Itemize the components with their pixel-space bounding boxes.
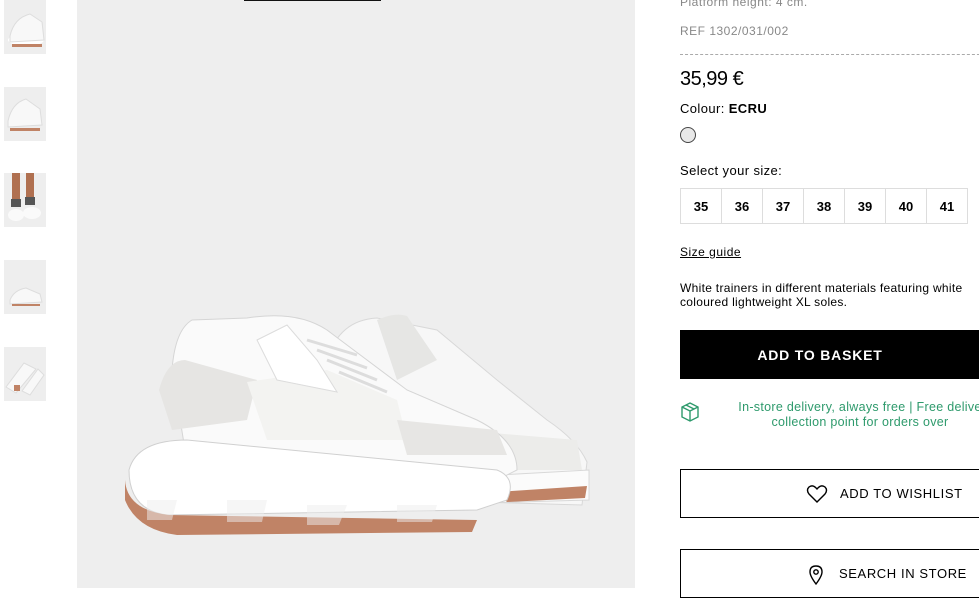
box-icon xyxy=(681,402,699,422)
delivery-line-1: In-store delivery, always free | Free de… xyxy=(738,400,979,414)
description-line-2: coloured lightweight XL soles. xyxy=(680,295,848,309)
colour-value: ECRU xyxy=(728,101,768,116)
main-product-image[interactable] xyxy=(77,0,635,588)
product-description: White trainers in different materials fe… xyxy=(680,281,979,309)
description-line-1: White trainers in different materials fe… xyxy=(680,281,963,295)
thumbnail-3[interactable] xyxy=(4,173,46,227)
add-to-basket-button[interactable]: ADD TO BASKET xyxy=(680,330,979,379)
size-option-41[interactable]: 41 xyxy=(926,188,968,224)
platform-height-text: Platform height: 4 cm. xyxy=(680,0,808,9)
thumbnail-5[interactable] xyxy=(4,347,46,401)
heart-icon xyxy=(806,485,828,503)
thumbnail-2[interactable] xyxy=(4,87,46,141)
colour-label: Colour: ECRU xyxy=(680,101,767,116)
delivery-info: In-store delivery, always free | Free de… xyxy=(710,400,979,430)
product-reference: REF 1302/031/002 xyxy=(680,24,789,38)
add-to-wishlist-button[interactable]: ADD TO WISHLIST xyxy=(680,469,979,518)
add-to-basket-label: ADD TO BASKET xyxy=(757,346,883,363)
image-indicator xyxy=(244,0,381,1)
size-guide-link[interactable]: Size guide xyxy=(680,245,741,259)
thumbnail-1[interactable] xyxy=(4,0,46,54)
product-price: 35,99 € xyxy=(680,68,744,90)
colour-swatch-ecru[interactable] xyxy=(680,127,696,143)
divider xyxy=(680,54,979,55)
sneaker-image xyxy=(125,314,590,535)
size-option-36[interactable]: 36 xyxy=(721,188,763,224)
size-option-39[interactable]: 39 xyxy=(844,188,886,224)
size-option-37[interactable]: 37 xyxy=(762,188,804,224)
search-in-store-button[interactable]: SEARCH IN STORE xyxy=(680,549,979,598)
search-in-store-label: SEARCH IN STORE xyxy=(839,566,967,581)
size-option-35[interactable]: 35 xyxy=(680,188,722,224)
size-option-38[interactable]: 38 xyxy=(803,188,845,224)
size-option-40[interactable]: 40 xyxy=(885,188,927,224)
delivery-line-2: collection point for orders over xyxy=(771,415,949,429)
colour-label-text: Colour: xyxy=(680,101,725,116)
thumbnail-4[interactable] xyxy=(4,260,46,314)
add-to-wishlist-label: ADD TO WISHLIST xyxy=(840,486,963,501)
size-selector: 35 36 37 38 39 40 41 xyxy=(680,188,968,224)
location-pin-icon xyxy=(809,565,823,586)
select-size-label: Select your size: xyxy=(680,163,783,178)
